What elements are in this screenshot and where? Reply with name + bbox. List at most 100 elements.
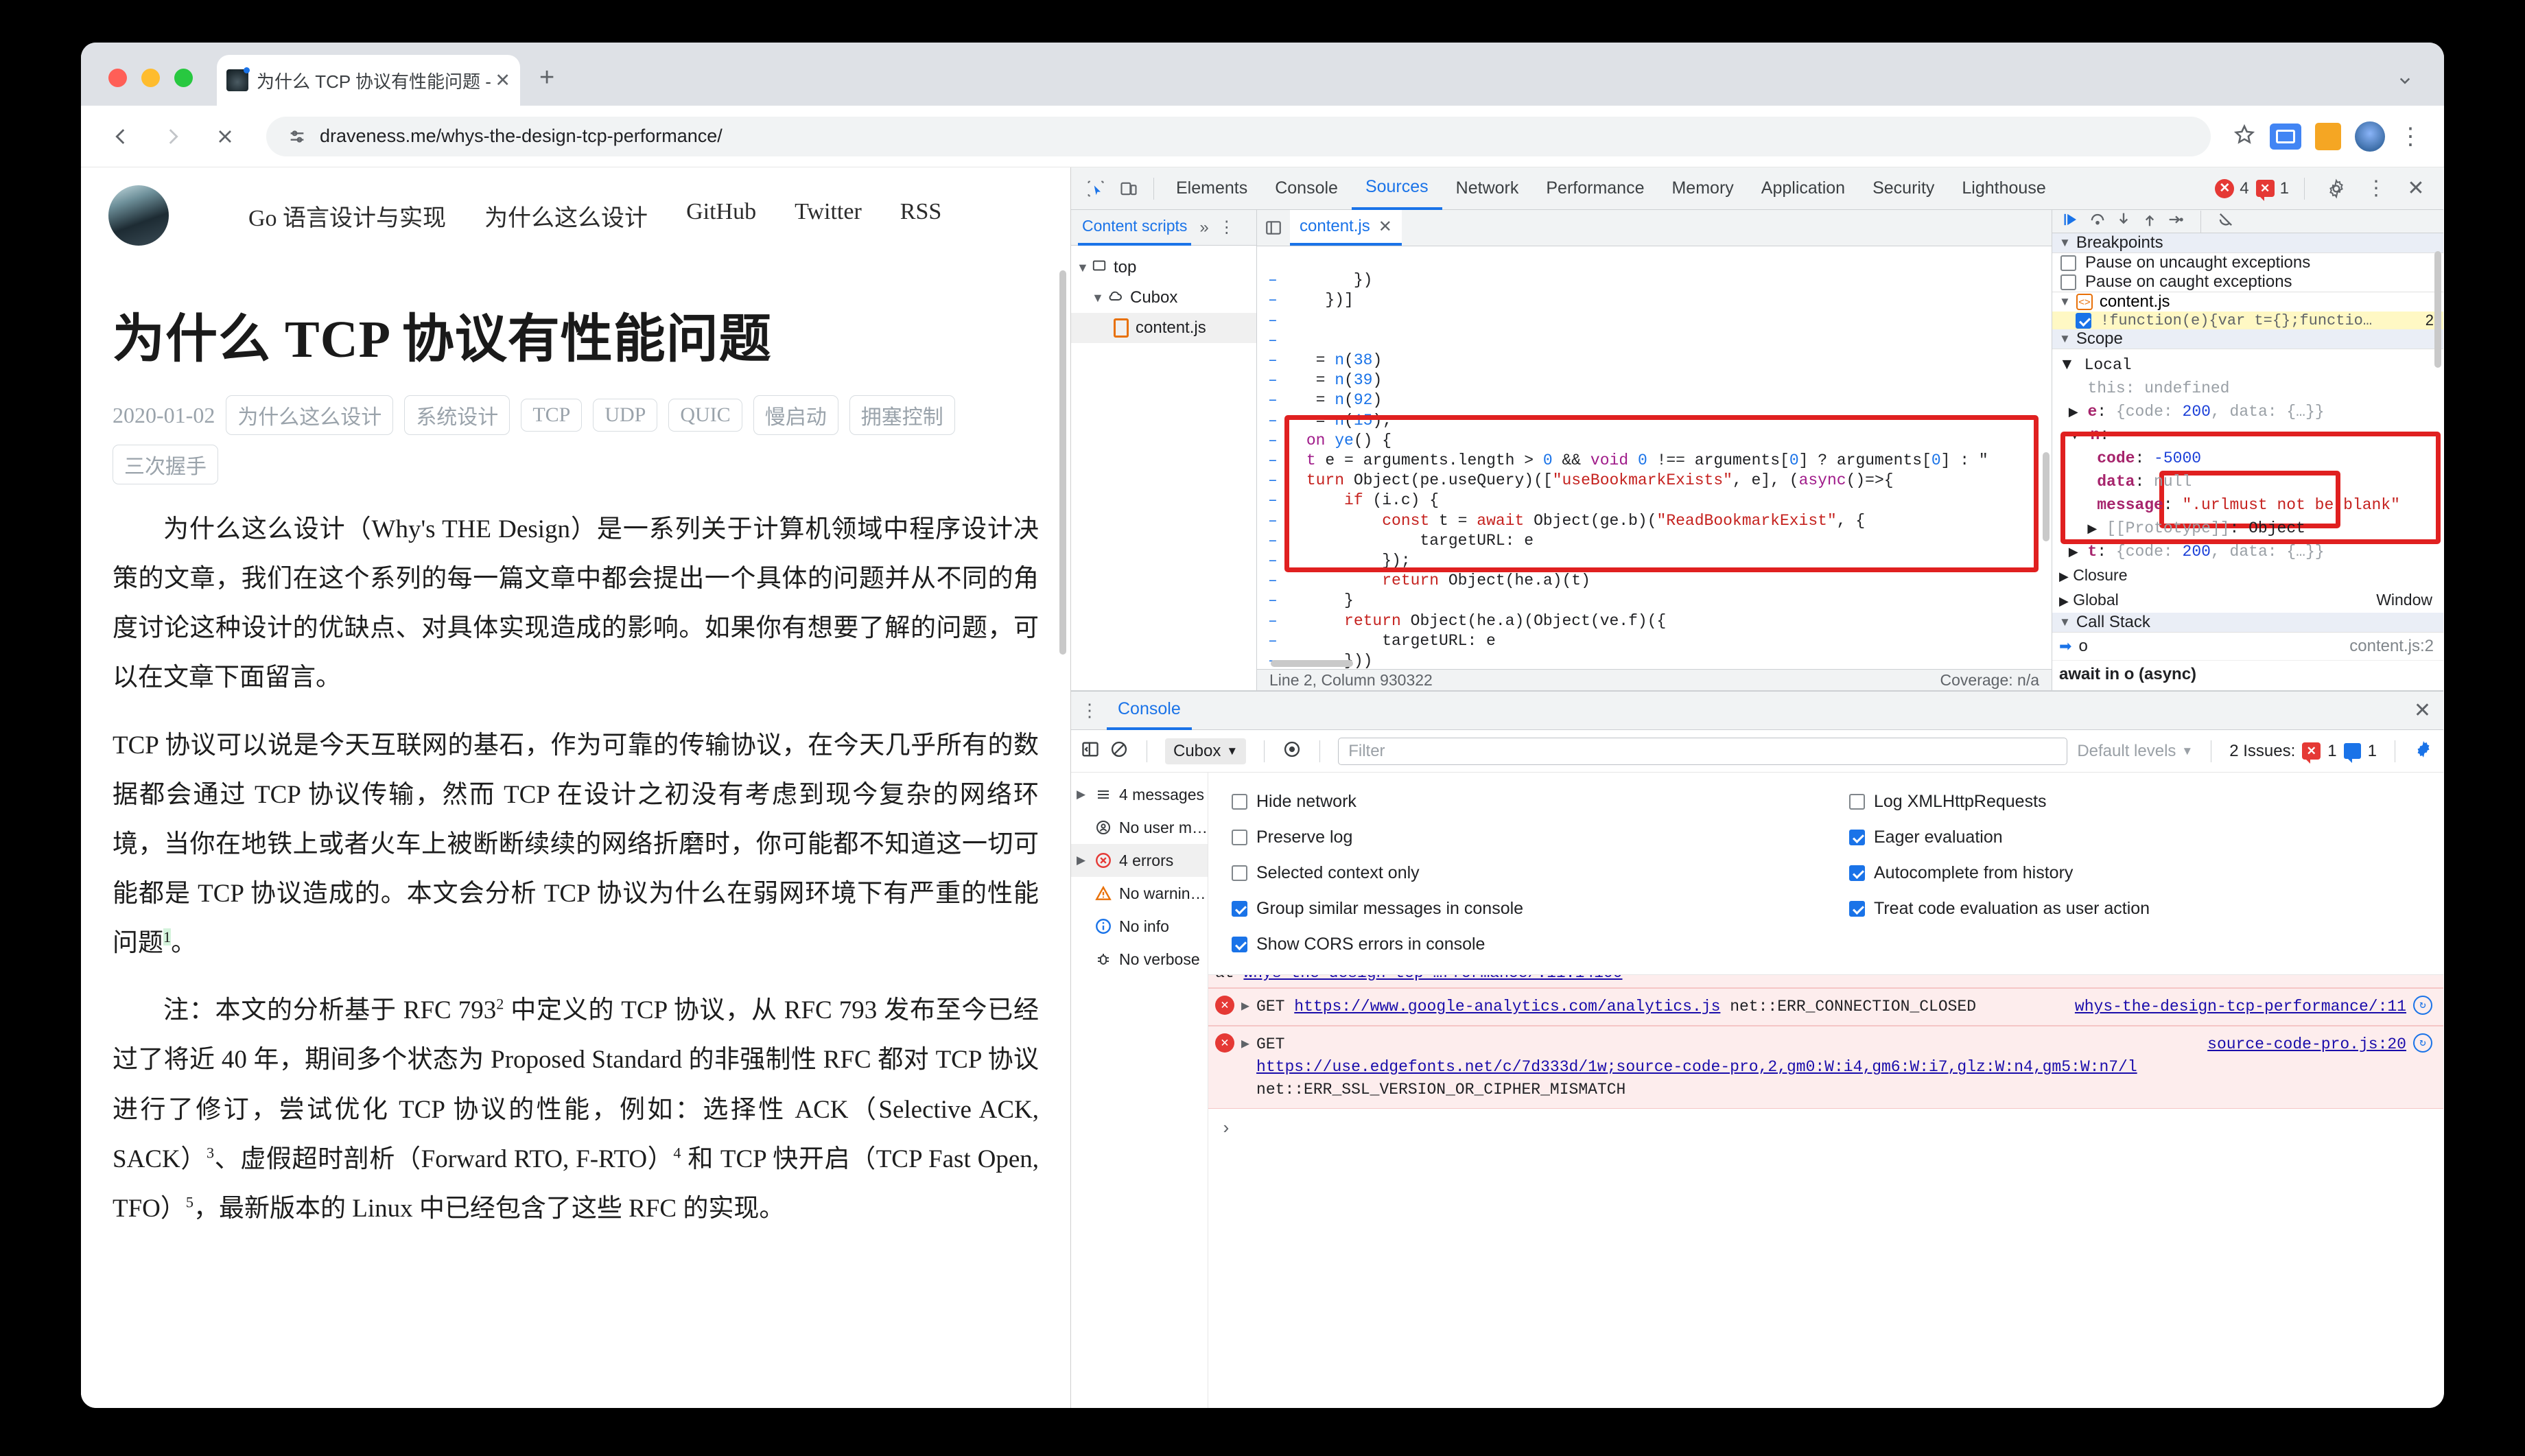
code-vertical-scrollbar[interactable] — [2043, 452, 2050, 541]
live-expression-icon[interactable] — [1282, 740, 1302, 762]
checkbox[interactable] — [1232, 793, 1247, 810]
callstack-section-header[interactable]: ▼ Call Stack — [2052, 613, 2443, 633]
message-link[interactable]: https://use.edgefonts.net/c/7d333d/1w;so… — [1256, 1058, 2137, 1076]
setting-selected-context-only[interactable]: Selected context only — [1232, 855, 1826, 891]
message-source-link[interactable]: whys-the-design-tcp-performance/:11 — [2075, 996, 2406, 1018]
breakpoint-row[interactable]: !function(e){var t={};functio… 2 — [2052, 312, 2443, 329]
chevron-down-icon[interactable]: ▼ — [2059, 295, 2071, 309]
checkbox[interactable] — [1232, 865, 1247, 881]
gear-icon[interactable] — [2320, 172, 2353, 205]
setting-eager-evaluation[interactable]: Eager evaluation — [1849, 819, 2443, 855]
issues-bar[interactable]: 2 Issues: ✕ 1 1 — [2229, 742, 2377, 764]
close-window-button[interactable] — [108, 69, 127, 87]
checkbox[interactable] — [2060, 274, 2076, 290]
code-horizontal-scrollbar[interactable] — [1271, 660, 1353, 668]
tree-caret-icon[interactable]: ▶ — [1077, 788, 1092, 801]
checkbox[interactable] — [1232, 936, 1247, 952]
tag-item[interactable]: 系统设计 — [404, 395, 510, 435]
scope-global[interactable]: ▶ Global Window — [2052, 588, 2443, 613]
avatar[interactable] — [2355, 121, 2385, 152]
checkbox[interactable] — [1849, 865, 1865, 881]
tab-memory[interactable]: Memory — [1658, 167, 1747, 210]
pause-uncaught-row[interactable]: Pause on uncaught exceptions — [2052, 253, 2443, 272]
scope-section-header[interactable]: ▼ Scope — [2052, 329, 2443, 349]
checkbox[interactable] — [1232, 829, 1247, 845]
console-count-messages[interactable]: ▶ 4 messages — [1071, 778, 1208, 811]
tab-performance[interactable]: Performance — [1532, 167, 1658, 210]
tree-caret-icon[interactable]: ▶ — [1077, 854, 1092, 867]
devtools-more-icon[interactable]: ⋮ — [2360, 172, 2393, 205]
inspect-element-icon[interactable] — [1079, 172, 1112, 205]
setting-hide-network[interactable]: Hide network — [1232, 784, 1826, 819]
close-icon[interactable]: ✕ — [1378, 217, 1392, 237]
scope-closure[interactable]: ▶ Closure — [2052, 563, 2443, 588]
console-filter-input[interactable]: Filter — [1338, 737, 2068, 765]
forward-button[interactable] — [155, 119, 191, 154]
tab-sources[interactable]: Sources — [1351, 167, 1442, 210]
checkbox[interactable] — [1232, 900, 1247, 917]
step-over-icon[interactable] — [2088, 210, 2107, 233]
navigator-more-icon[interactable]: ⋮ — [1219, 218, 1235, 237]
navigator-overflow-icon[interactable]: » — [1199, 218, 1208, 237]
callstack-row[interactable]: Object.enabled content.js:2 — [2052, 688, 2443, 690]
checkbox[interactable] — [1849, 900, 1865, 917]
scope-var-t[interactable]: ▶ t: {code: 200, data: {…}} — [2052, 540, 2443, 563]
nav-link-rss[interactable]: RSS — [900, 199, 942, 233]
pause-caught-row[interactable]: Pause on caught exceptions — [2052, 272, 2443, 292]
device-toolbar-icon[interactable] — [1112, 172, 1145, 205]
extension-icon-orange[interactable] — [2315, 122, 2341, 150]
nav-link-go[interactable]: Go 语言设计与实现 — [248, 199, 446, 233]
clear-console-icon[interactable] — [1109, 740, 1129, 762]
expand-caret-icon[interactable]: ▶ — [1241, 1033, 1249, 1056]
tree-caret-icon[interactable]: ▼ — [1092, 291, 1107, 305]
tree-node-content-js[interactable]: content.js — [1071, 313, 1256, 343]
setting-preserve-log[interactable]: Preserve log — [1232, 819, 1826, 855]
minimize-window-button[interactable] — [141, 69, 160, 87]
console-message-error[interactable]: ✕ ▶ GET https://www.google-analytics.com… — [1208, 988, 2443, 1026]
tab-console[interactable]: Console — [1261, 167, 1352, 210]
tab-application[interactable]: Application — [1748, 167, 1859, 210]
tree-caret-icon[interactable]: ▼ — [1077, 261, 1092, 275]
step-icon[interactable] — [2166, 210, 2185, 233]
console-count-user-messages[interactable]: No user m… — [1071, 811, 1208, 844]
tree-node-top[interactable]: ▼ top — [1071, 253, 1256, 283]
bookmark-star-icon[interactable] — [2233, 123, 2256, 150]
scope-n-prototype[interactable]: ▶ [[Prototype]]: Object — [2052, 517, 2443, 540]
console-count-warnings[interactable]: No warnin… — [1071, 877, 1208, 910]
setting-autocomplete-history[interactable]: Autocomplete from history — [1849, 855, 2443, 891]
drawer-close-icon[interactable]: ✕ — [2414, 698, 2443, 723]
new-tab-button[interactable]: + — [539, 64, 554, 91]
navigator-tab-content-scripts[interactable]: Content scripts — [1078, 210, 1192, 246]
tag-item[interactable]: 为什么这么设计 — [226, 395, 394, 435]
console-count-info[interactable]: No info — [1071, 910, 1208, 943]
devtools-close-icon[interactable]: ✕ — [2399, 172, 2432, 205]
checkbox[interactable] — [2060, 255, 2076, 271]
tab-elements[interactable]: Elements — [1162, 167, 1261, 210]
code-viewer[interactable]: – }) – })] – – – = n(38) – = n(39) – = n(92)… — [1257, 246, 2052, 670]
tag-item[interactable]: TCP — [521, 399, 583, 432]
deactivate-breakpoints-icon[interactable] — [2216, 210, 2235, 233]
show-navigator-icon[interactable] — [1257, 211, 1290, 244]
setting-group-similar[interactable]: Group similar messages in console — [1232, 891, 1826, 926]
message-link[interactable]: https://www.google-analytics.com/analyti… — [1294, 998, 1720, 1015]
tab-network[interactable]: Network — [1442, 167, 1533, 210]
nav-link-github[interactable]: GitHub — [686, 199, 756, 233]
nav-link-twitter[interactable]: Twitter — [795, 199, 862, 233]
context-selector[interactable]: Cubox ▼ — [1165, 738, 1247, 764]
footnote-ref-2[interactable]: 2 — [496, 996, 504, 1013]
maximize-window-button[interactable] — [174, 69, 193, 87]
tree-node-cubox[interactable]: ▼ Cubox — [1071, 283, 1256, 313]
drawer-tab-console[interactable]: Console — [1107, 692, 1192, 730]
tag-item[interactable]: 慢启动 — [753, 395, 838, 435]
footnote-ref-1[interactable]: 1 — [163, 928, 172, 946]
scope-local[interactable]: ▼ Local — [2052, 352, 2443, 377]
reload-icon[interactable]: ↻ — [2413, 1033, 2432, 1053]
tab-security[interactable]: Security — [1859, 167, 1948, 210]
callstack-row[interactable]: ➡ o content.js:2 — [2052, 633, 2443, 661]
page-scrollbar[interactable] — [1059, 270, 1066, 655]
back-button[interactable] — [103, 119, 139, 154]
tag-item[interactable]: 拥塞控制 — [849, 395, 955, 435]
console-count-errors[interactable]: ▶ 4 errors — [1071, 844, 1208, 877]
tag-item[interactable]: UDP — [593, 399, 658, 432]
reload-icon[interactable]: ↻ — [2413, 996, 2432, 1015]
